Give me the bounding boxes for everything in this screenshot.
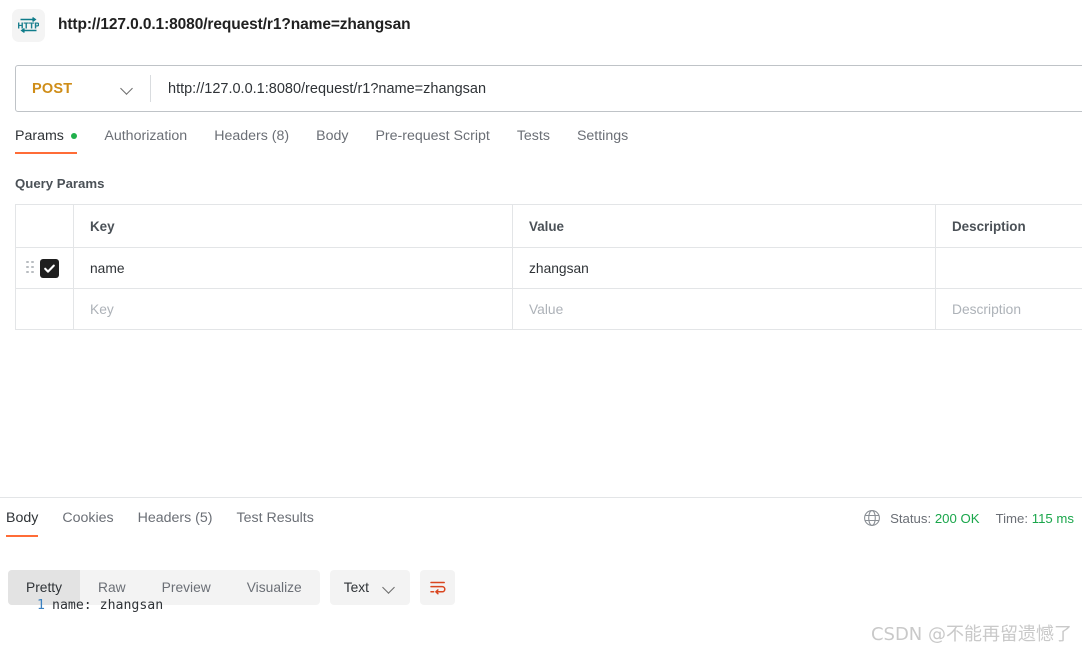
tab-body[interactable]: Body: [316, 128, 348, 154]
empty-row-description-input[interactable]: Description: [936, 289, 1082, 329]
table-row: name zhangsan: [16, 248, 1082, 289]
time-label: Time:: [995, 510, 1029, 526]
tab-body-label: Body: [316, 128, 349, 144]
time-value: 115 ms: [1031, 510, 1074, 526]
response-tab-headers-label: Headers (5): [137, 510, 213, 526]
url-input[interactable]: http://127.0.0.1:8080/request/r1?name=zh…: [151, 66, 1082, 111]
response-tab-body[interactable]: Body: [6, 510, 39, 537]
table-row-empty: Key Value Description: [16, 289, 1082, 330]
response-tab-body-label: Body: [6, 510, 39, 526]
row-value-input[interactable]: zhangsan: [513, 248, 936, 288]
status-label-group[interactable]: Status: 200 OK: [890, 511, 979, 526]
check-icon: [44, 264, 55, 273]
tab-tests-label: Tests: [516, 128, 550, 144]
svg-text:HTTP: HTTP: [18, 21, 39, 30]
page-title: http://127.0.0.1:8080/request/r1?name=zh…: [58, 16, 411, 33]
tab-params-label: Params: [15, 128, 64, 144]
response-section-divider: [0, 497, 1082, 498]
empty-row-value-input[interactable]: Value: [513, 289, 936, 329]
postman-request-window: HTTP http://127.0.0.1:8080/request/r1?na…: [0, 0, 1082, 654]
header-cell-value: Value: [513, 205, 936, 247]
http-protocol-glyph: HTTP: [18, 16, 39, 33]
watermark: CSDN @不能再留遗憾了: [870, 624, 1072, 645]
tab-settings[interactable]: Settings: [577, 128, 628, 154]
query-params-table: Key Value Description name zhangsan Key …: [15, 204, 1082, 330]
http-method-selector[interactable]: POST: [16, 66, 150, 111]
response-body-content: 1 name: zhangsan: [0, 598, 1082, 613]
tab-settings-label: Settings: [576, 128, 629, 144]
tab-pre-request-script[interactable]: Pre-request Script: [375, 128, 489, 154]
word-wrap-icon: [430, 581, 446, 595]
response-tab-test-results[interactable]: Test Results: [237, 510, 314, 537]
status-value: 200 OK: [934, 510, 980, 526]
response-status-bar: Status: 200 OK Time: 115 ms: [863, 509, 1074, 527]
row-select-cell: [16, 248, 74, 288]
time-label-group: Time: 115 ms: [996, 511, 1074, 526]
request-url-bar: POST http://127.0.0.1:8080/request/r1?na…: [15, 65, 1082, 112]
drag-handle-icon[interactable]: [26, 260, 34, 276]
tab-authorization[interactable]: Authorization: [104, 128, 187, 154]
response-tabs: Body Cookies Headers (5) Test Results: [6, 510, 338, 537]
http-protocol-icon: HTTP: [12, 8, 45, 42]
response-body-line: name: zhangsan: [52, 598, 164, 613]
chevron-down-icon: [383, 581, 396, 594]
query-params-heading: Query Params: [15, 176, 105, 191]
window-titlebar: HTTP http://127.0.0.1:8080/request/r1?na…: [0, 0, 1082, 50]
empty-row-key-input[interactable]: Key: [74, 289, 513, 329]
row-key-input[interactable]: name: [74, 248, 513, 288]
row-enabled-checkbox[interactable]: [40, 258, 59, 278]
tab-tests[interactable]: Tests: [517, 128, 550, 154]
row-description-input[interactable]: [936, 248, 1082, 288]
response-tab-test-results-label: Test Results: [236, 510, 314, 526]
tab-headers-label: Headers (8): [214, 128, 290, 144]
globe-icon[interactable]: [863, 509, 881, 527]
request-tabs: Params Authorization Headers (8) Body Pr…: [15, 128, 628, 162]
response-tab-cookies-label: Cookies: [62, 510, 114, 526]
response-tab-cookies[interactable]: Cookies: [62, 510, 113, 537]
table-header-row: Key Value Description: [16, 205, 1082, 248]
http-method-label: POST: [32, 80, 73, 97]
response-format-label: Text: [343, 580, 370, 595]
tab-pre-request-script-label: Pre-request Script: [375, 128, 490, 144]
chevron-down-icon: [121, 82, 134, 95]
tab-authorization-label: Authorization: [104, 128, 188, 144]
header-cell-select: [16, 205, 74, 247]
header-cell-description: Description: [952, 218, 1026, 234]
response-tab-headers[interactable]: Headers (5): [138, 510, 213, 537]
status-label: Status:: [890, 510, 932, 526]
empty-row-select-cell: [16, 289, 74, 329]
tab-params[interactable]: Params: [15, 128, 78, 154]
line-number: 1: [37, 598, 45, 613]
tab-headers[interactable]: Headers (8): [214, 128, 289, 154]
params-modified-dot: [70, 132, 78, 140]
header-cell-key: Key: [74, 205, 513, 247]
